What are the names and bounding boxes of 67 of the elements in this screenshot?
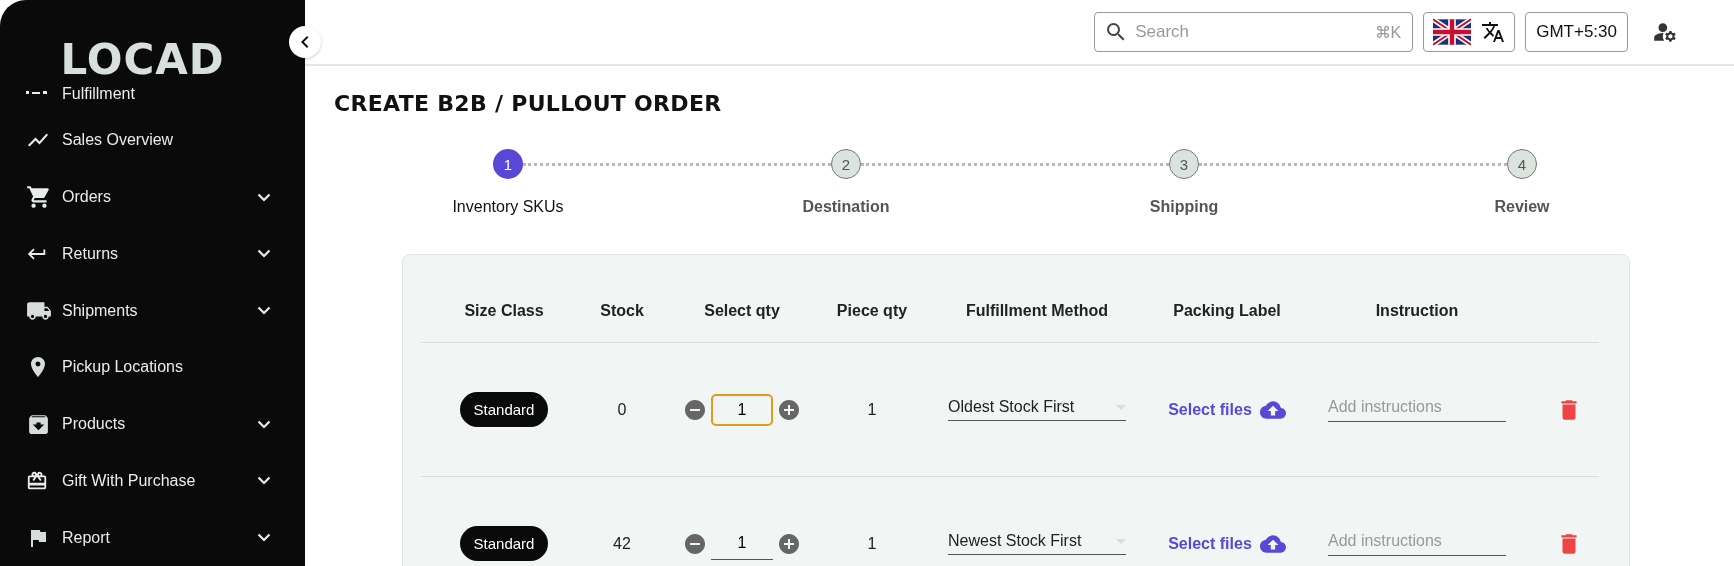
column-header: Stock [600, 301, 644, 320]
select-files-link[interactable]: Select files [1168, 530, 1286, 557]
sidebar-item-label: Sales Overview [62, 131, 175, 150]
quantity-field[interactable]: 1 [711, 393, 773, 426]
fulfillment-method-dropdown[interactable]: Oldest Stock First [948, 398, 1126, 421]
decrease-button[interactable] [683, 531, 707, 556]
quantity-field[interactable]: 1 [711, 527, 773, 560]
instruction-field[interactable]: Add instructions [1328, 531, 1506, 556]
page-title: CREATE B2B / PULLOUT ORDER [334, 90, 723, 118]
select-files-link[interactable]: Select files [1168, 396, 1286, 423]
increase-button[interactable] [777, 397, 801, 422]
chevron-down-icon [257, 476, 271, 486]
sidebar-item[interactable]: Products [0, 395, 305, 453]
chevron-down-icon [257, 192, 271, 202]
column-header: Piece qty [836, 301, 908, 320]
step-label: Review [1494, 198, 1550, 216]
step-label: Destination [802, 198, 890, 216]
step-number[interactable]: 4 [1507, 149, 1537, 179]
shortcut-hint: ⌘K [1374, 23, 1402, 42]
sidebar-item[interactable]: Gift With Purchase [0, 452, 305, 510]
increase-button[interactable] [777, 531, 801, 556]
column-header: Fulfillment Method [965, 301, 1109, 320]
sidebar-item[interactable]: Orders [0, 168, 305, 226]
step-label: Shipping [1149, 198, 1219, 216]
sidebar-item-label: Gift With Purchase [62, 471, 197, 490]
caret-icon [1116, 538, 1126, 544]
stock-cell: 0 [617, 400, 627, 419]
sidebar-item-label: Orders [62, 188, 112, 206]
sidebar-item-label: Shipments [62, 301, 139, 320]
sidebar-item[interactable]: Returns [0, 225, 305, 283]
decrease-button[interactable] [683, 397, 707, 422]
chevron-down-icon [257, 533, 271, 543]
sidebar-item-label: Report [62, 528, 112, 547]
sidebar-item-label: Returns [62, 244, 120, 263]
caret-icon [1116, 404, 1126, 410]
timezone-button[interactable]: GMT+5:30 [1525, 12, 1628, 52]
collapse-button[interactable] [289, 26, 321, 58]
cart-icon [26, 184, 52, 210]
size-class-badge: Standard [459, 526, 549, 561]
piece-qty-cell: 1 [867, 534, 877, 553]
sidebar-item-label: Products [62, 415, 127, 434]
step-label: Inventory SKUs [452, 198, 564, 216]
step-number[interactable]: 1 [493, 149, 523, 179]
sidebar-item[interactable]: Report [0, 509, 305, 566]
instruction-field[interactable]: Add instructions [1328, 397, 1506, 422]
chevron-down-icon [257, 419, 271, 429]
column-header: Select qty [704, 301, 780, 320]
stock-cell: 42 [613, 534, 631, 553]
sidebar-item-label: Fulfillment [62, 84, 136, 103]
chevron-down-icon [257, 306, 271, 316]
chevron-down-icon [257, 249, 271, 259]
size-class-badge: Standard [459, 392, 549, 427]
sidebar-item-label: Pickup Locations [62, 358, 184, 377]
sidebar-item[interactable]: Shipments [0, 282, 305, 339]
fulfillment-method-dropdown[interactable]: Newest Stock First [948, 532, 1126, 555]
step-number[interactable]: 2 [831, 149, 861, 179]
piece-qty-cell: 1 [867, 400, 877, 419]
column-header: Size Class [464, 301, 544, 320]
flag-icon [1433, 18, 1472, 46]
column-header: Instruction [1375, 301, 1459, 320]
language-button[interactable] [1423, 12, 1516, 52]
step-number[interactable]: 3 [1169, 149, 1199, 179]
gift-icon [26, 469, 48, 492]
sidebar-item[interactable]: Pickup Locations [0, 338, 305, 396]
translate-icon [1481, 20, 1506, 44]
column-header: Packing Label [1173, 301, 1281, 320]
sidebar-item[interactable]: Sales Overview [0, 111, 305, 169]
